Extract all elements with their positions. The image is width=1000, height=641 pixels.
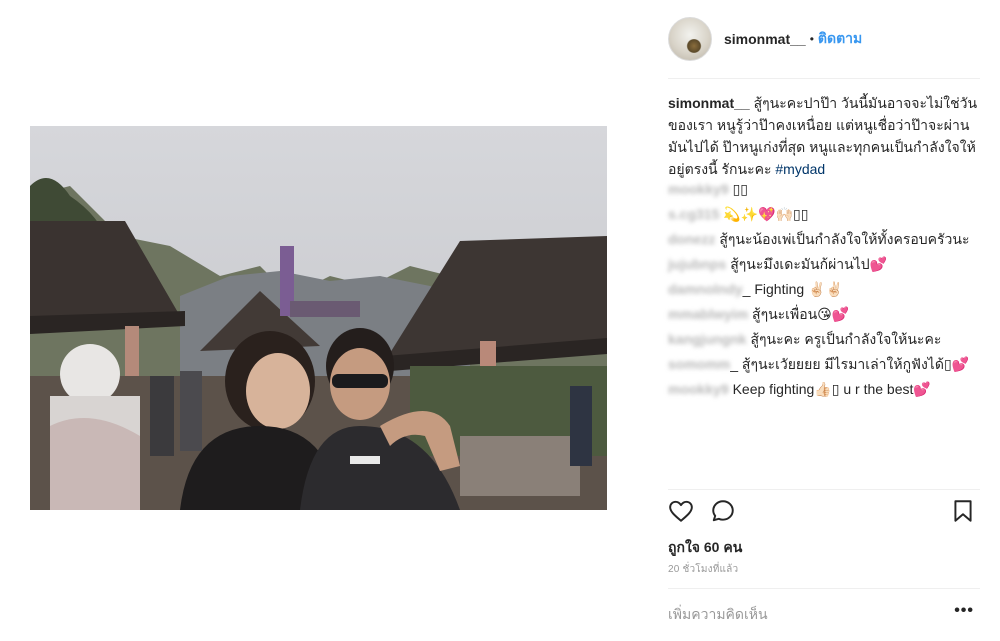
save-button[interactable] — [950, 498, 980, 528]
comment-username[interactable]: damnolndy — [668, 281, 743, 297]
add-comment-input[interactable]: เพิ่มความคิดเห็น — [668, 604, 928, 626]
comment-icon — [712, 500, 734, 522]
post-photo[interactable] — [30, 126, 607, 510]
comment-item: s.cg315 💫✨💖🙌🏻▯▯ — [668, 203, 980, 225]
avatar[interactable] — [668, 17, 712, 61]
header-divider — [668, 78, 980, 79]
comment-text: สู้ๆนะน้องเพ่เป็นกำลังใจให้ทั้งครอบครัวน… — [715, 231, 970, 247]
comment-username[interactable]: mmablwyim — [668, 306, 748, 322]
comment-username[interactable]: kangjungnk — [668, 331, 747, 347]
comment-text: _ Fighting ✌🏻✌🏻 — [742, 281, 843, 297]
comment-text: _ สู้ๆนะเวัยยยย มีไรมาเล่าให้กูฟังได้▯💕 — [730, 356, 970, 372]
comment-item: jujubnps สู้ๆนะมึงเดะมันก้ผ่านไป💕 — [668, 253, 980, 275]
comment-item: mmablwyim สู้ๆนะเพื่อน😘💕 — [668, 303, 980, 325]
comment-username[interactable]: mookky9 — [668, 181, 729, 197]
header-separator: • — [809, 32, 814, 46]
comment-item: mookky9 Keep fighting👍🏻▯ u r the best💕 — [668, 378, 980, 400]
comment-text: สู้ๆนะเพื่อน😘💕 — [748, 306, 850, 322]
comment-item: damnolndy_ Fighting ✌🏻✌🏻 — [668, 278, 980, 300]
post-header: simonmat__ • ติดตาม — [668, 16, 980, 62]
comment-divider — [668, 588, 980, 589]
comment-text: สู้ๆนะมึงเดะมันก้ผ่านไป💕 — [726, 256, 888, 272]
follow-button[interactable]: ติดตาม — [818, 28, 862, 50]
post-actions — [668, 498, 980, 528]
actions-divider — [668, 489, 980, 490]
like-button[interactable] — [668, 498, 698, 528]
header-username[interactable]: simonmat__ — [724, 31, 806, 47]
comment-username[interactable]: jujubnps — [668, 256, 726, 272]
comment-username[interactable]: s.cg315 — [668, 206, 719, 222]
comment-username[interactable]: somomm — [668, 356, 730, 372]
post-photo-image — [30, 126, 607, 510]
caption-hashtag[interactable]: #mydad — [775, 161, 825, 177]
comment-item: donezz สู้ๆนะน้องเพ่เป็นกำลังใจให้ทั้งคร… — [668, 228, 980, 250]
comment-item: mookky9 ▯▯ — [668, 178, 980, 200]
comment-username[interactable]: mookky9 — [668, 381, 729, 397]
heart-icon — [669, 500, 693, 522]
bookmark-icon — [954, 500, 972, 522]
comments-list: mookky9 ▯▯ s.cg315 💫✨💖🙌🏻▯▯ donezz สู้ๆนะ… — [668, 178, 980, 403]
comment-username[interactable]: donezz — [668, 231, 715, 247]
comment-text: Keep fighting👍🏻▯ u r the best💕 — [728, 381, 931, 397]
comment-item: somomm_ สู้ๆนะเวัยยยย มีไรมาเล่าให้กูฟัง… — [668, 353, 980, 375]
post-caption: simonmat__ สู้ๆนะคะปาป๊า วันนี้มันอาจจะไ… — [668, 92, 978, 180]
more-options-button[interactable]: ••• — [954, 602, 974, 620]
comment-item: kangjungnk สู้ๆนะคะ ครูเป็นกำลังใจให้นะค… — [668, 328, 980, 350]
comment-text: สู้ๆนะคะ ครูเป็นกำลังใจให้นะคะ — [746, 331, 942, 347]
comment-text: 💫✨💖🙌🏻▯▯ — [719, 206, 809, 222]
post-timestamp[interactable]: 20 ชั่วโมงที่แล้ว — [668, 562, 738, 577]
comment-button[interactable] — [710, 498, 740, 528]
likes-count[interactable]: ถูกใจ 60 คน — [668, 537, 742, 559]
caption-username[interactable]: simonmat__ — [668, 95, 750, 111]
post-sidebar: simonmat__ • ติดตาม simonmat__ สู้ๆนะคะป… — [668, 0, 980, 641]
comment-text: ▯▯ — [728, 181, 749, 197]
